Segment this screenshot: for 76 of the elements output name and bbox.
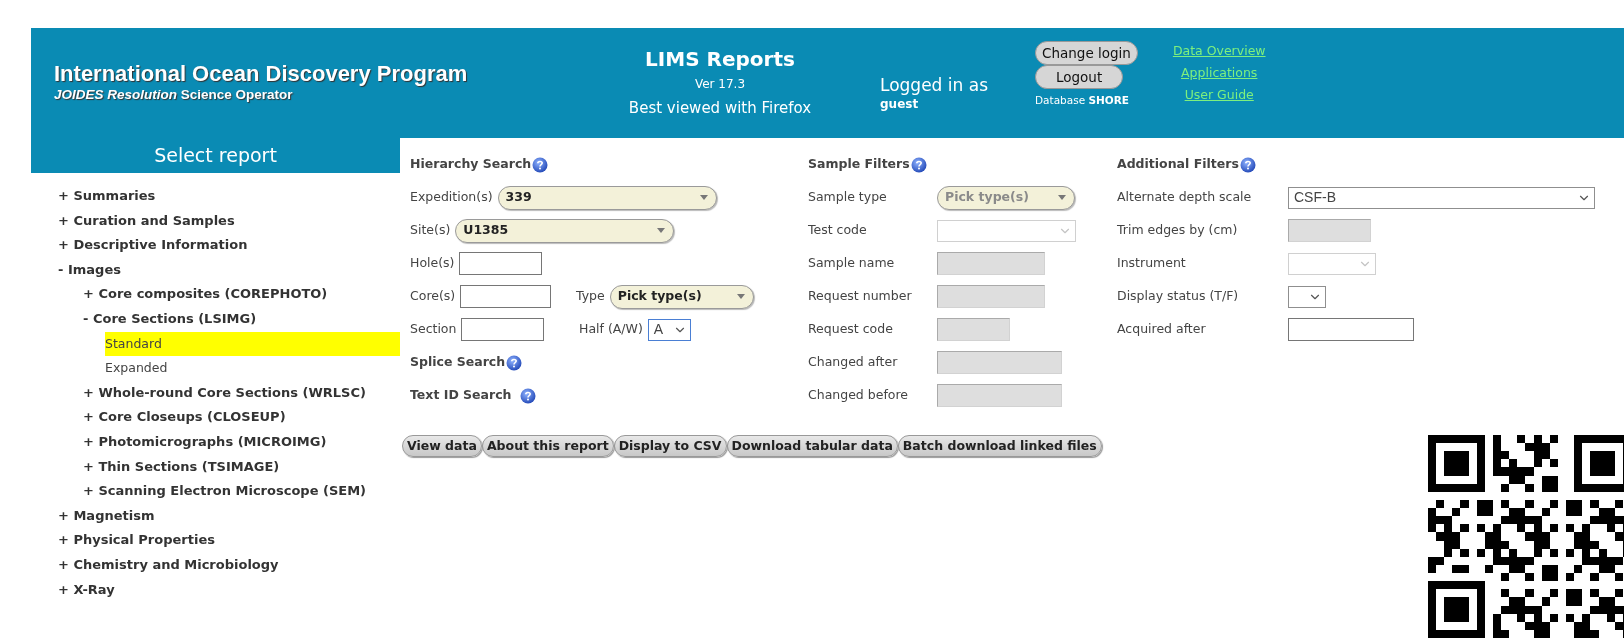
help-icon[interactable] — [532, 156, 549, 173]
field-label: Type — [576, 287, 605, 306]
field-label: Sample name — [808, 254, 896, 273]
field-label: Display status (T/F) — [1117, 287, 1240, 306]
select-field[interactable] — [1288, 285, 1326, 308]
report-tree-item[interactable]: + Summaries — [58, 184, 400, 209]
report-tree-item[interactable]: + Thin Sections (TSIMAGE) — [83, 454, 400, 480]
report-tree-item[interactable]: + Curation and Samples — [58, 208, 400, 234]
program-title: International Ocean Discovery Program — [54, 61, 469, 87]
action-button[interactable]: Display to CSV — [613, 435, 727, 457]
report-tree-item[interactable]: + Core Closeups (CLOSEUP) — [83, 405, 400, 430]
caret-icon — [736, 294, 745, 299]
login-label: Logged in as — [880, 74, 989, 96]
field-label: Site(s) — [410, 221, 451, 240]
field-label: Acquired after — [1117, 320, 1207, 339]
report-tree-item[interactable]: + Photomicrographs (MICROIMG) — [83, 429, 400, 455]
help-icon[interactable] — [506, 354, 523, 371]
report-tree-item[interactable]: + Whole-round Core Sections (WRLSC) — [83, 380, 400, 406]
report-tree-item[interactable]: + Core composites (COREPHOTO) — [83, 282, 400, 307]
report-tree-item[interactable]: + Physical Properties — [58, 528, 400, 553]
user-name: guest — [880, 96, 920, 112]
help-icon[interactable] — [910, 156, 927, 173]
field-label: Expedition(s) — [410, 188, 493, 207]
logout-button[interactable]: Logout — [1035, 65, 1124, 89]
help-icon[interactable] — [519, 387, 536, 404]
action-button[interactable]: Download tabular data — [726, 435, 898, 457]
report-tree-item[interactable]: - Core Sections (LSIMG) — [83, 306, 400, 332]
select-field[interactable]: A — [647, 318, 691, 341]
field-label: Section — [410, 320, 457, 339]
field-label: Hole(s) — [410, 254, 455, 273]
select-field[interactable]: CSF-B — [1288, 186, 1595, 209]
field-label: Core(s) — [410, 287, 456, 306]
text-field[interactable] — [461, 318, 545, 341]
text-field[interactable] — [1288, 318, 1414, 341]
section-heading[interactable]: Splice Search — [410, 353, 506, 372]
field-label: Half (A/W) — [579, 320, 643, 339]
help-icon[interactable] — [1239, 156, 1256, 173]
section-heading: Additional Filters — [1117, 155, 1239, 174]
report-tree-item[interactable]: + Chemistry and Microbiology — [58, 552, 400, 578]
sidebar-header: Select report — [31, 138, 400, 173]
type-dropdown[interactable]: 339 — [497, 185, 717, 210]
field-label: Request number — [808, 287, 913, 306]
report-tree-item[interactable]: Standard — [105, 331, 400, 357]
field-label: Changed after — [808, 353, 899, 372]
program-subtitle: JOIDES Resolution Science Operator — [54, 87, 294, 102]
report-tree-item[interactable]: - Images — [58, 257, 400, 283]
action-button[interactable]: View data — [402, 435, 482, 457]
browser-note: Best viewed with Firefox — [628, 98, 812, 119]
caret-icon — [1058, 195, 1066, 200]
text-field[interactable] — [459, 252, 543, 275]
change-login-button[interactable]: Change login — [1035, 41, 1138, 65]
field-label: Changed before — [808, 386, 909, 405]
field-label: Request code — [808, 320, 894, 339]
report-tree-item[interactable]: + Descriptive Information — [58, 233, 400, 258]
field-label: Trim edges by (cm) — [1117, 221, 1239, 240]
type-dropdown[interactable]: Pick type(s) — [609, 284, 754, 309]
field-label: Test code — [808, 221, 868, 240]
report-tree-item[interactable]: + Scanning Electron Microscope (SEM) — [83, 479, 400, 504]
database-label: Database SHORE — [1035, 93, 1129, 108]
action-button[interactable]: Batch download linked files — [897, 435, 1102, 457]
app-title: LIMS Reports — [645, 46, 795, 72]
section-heading: Sample Filters — [808, 155, 910, 174]
report-tree-item[interactable]: + X-Ray — [58, 577, 400, 603]
field-label: Alternate depth scale — [1117, 188, 1253, 207]
field-label: Sample type — [808, 188, 888, 207]
caret-icon — [699, 195, 708, 200]
action-button[interactable]: About this report — [481, 435, 614, 457]
section-heading: Hierarchy Search — [410, 155, 532, 174]
report-tree-item[interactable]: + Magnetism — [58, 503, 400, 529]
caret-icon — [657, 228, 666, 233]
type-dropdown[interactable]: U1385 — [455, 218, 675, 243]
field-label: Instrument — [1117, 254, 1187, 273]
report-tree-item[interactable]: Expanded — [105, 356, 400, 381]
version-label: Ver 17.3 — [694, 76, 746, 93]
text-field[interactable] — [460, 285, 552, 308]
section-heading[interactable]: Text ID Search — [410, 386, 512, 405]
